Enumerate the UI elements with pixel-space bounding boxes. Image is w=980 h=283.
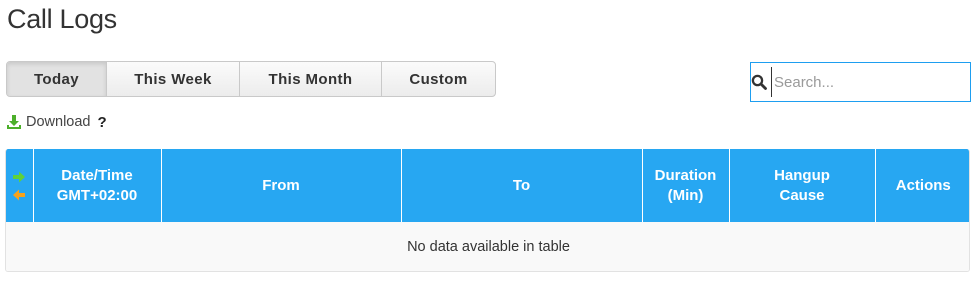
arrow-left-icon: [13, 189, 26, 200]
from-label: From: [262, 176, 300, 194]
help-icon[interactable]: ?: [98, 114, 107, 131]
actions-label: Actions: [895, 176, 951, 194]
direction-column-header[interactable]: [6, 149, 34, 222]
filter-custom-button[interactable]: Custom: [382, 62, 495, 96]
duration-unit-label: (Min): [667, 186, 704, 204]
download-link[interactable]: Download ?: [6, 112, 107, 132]
timezone-label: GMT+02:00: [56, 186, 138, 204]
date-time-label: Date/Time: [61, 166, 133, 184]
search-box[interactable]: [750, 62, 973, 102]
download-label[interactable]: Download: [26, 114, 91, 130]
from-column-header[interactable]: From: [161, 149, 402, 222]
duration-column-header[interactable]: Duration (Min): [642, 149, 730, 222]
filter-this-month-button[interactable]: This Month: [240, 62, 382, 96]
search-icon: [751, 62, 771, 102]
download-icon: [6, 114, 22, 130]
cause-label: Cause: [779, 186, 825, 204]
to-label: To: [512, 176, 531, 194]
empty-table-row: No data available in table: [6, 222, 969, 271]
duration-label: Duration: [654, 166, 717, 184]
table-header-row: Date/Time GMT+02:00 From To Duration (Mi…: [6, 149, 969, 222]
filter-this-week-button[interactable]: This Week: [107, 62, 240, 96]
arrow-right-icon: [13, 171, 26, 182]
to-column-header[interactable]: To: [401, 149, 643, 222]
search-input[interactable]: [771, 67, 973, 97]
call-logs-table: Date/Time GMT+02:00 From To Duration (Mi…: [5, 149, 970, 272]
hangup-cause-column-header[interactable]: Hangup Cause: [729, 149, 876, 222]
date-filter-group: Today This Week This Month Custom: [6, 61, 496, 97]
empty-table-message: No data available in table: [6, 222, 969, 271]
page-title: Call Logs: [7, 4, 117, 34]
actions-column-header: Actions: [875, 149, 969, 222]
hangup-label: Hangup: [774, 166, 830, 184]
filter-today-button[interactable]: Today: [7, 62, 107, 96]
date-time-column-header[interactable]: Date/Time GMT+02:00: [33, 149, 162, 222]
